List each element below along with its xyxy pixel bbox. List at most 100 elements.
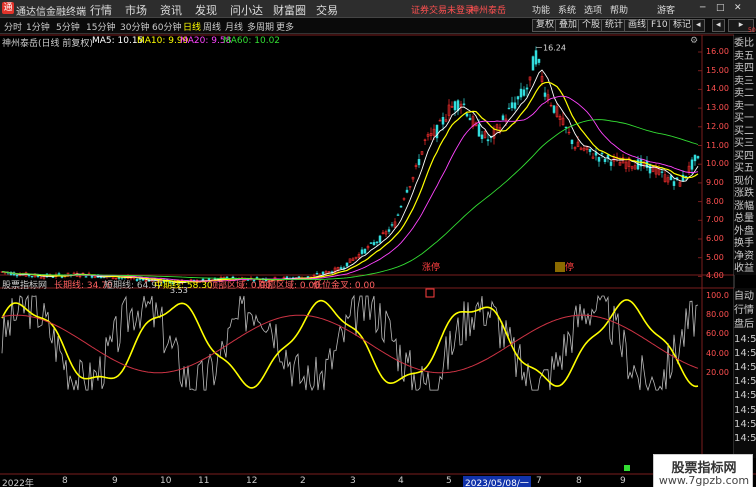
side-tick-item[interactable]: 14:56 (734, 361, 756, 374)
candle-body (516, 96, 520, 100)
side-field-label: 现价 (734, 175, 754, 187)
date-tick-label: 9 (620, 476, 626, 486)
candle-body (36, 275, 40, 277)
candle-body (600, 152, 604, 155)
ma5-line (1, 69, 699, 283)
side-tick-item[interactable]: 14:56 (734, 404, 756, 417)
price-tick-label: 7.00 (706, 215, 724, 225)
indicator-tick-label: 80.00 (706, 310, 729, 320)
date-tick-label: 2 (300, 476, 306, 486)
side-field-label: 委比 (734, 38, 754, 49)
ma20-line (1, 95, 699, 282)
candle-body (369, 242, 373, 244)
candle-body (57, 273, 61, 275)
side-tick-item[interactable]: 盘后 (734, 318, 756, 331)
bottom-zone-label: 底部区域: 0.00 (258, 281, 320, 291)
settings-icon[interactable]: ⚙ (690, 36, 698, 46)
candle-body (525, 87, 529, 90)
mid-line-label: 中期线: 58.30 (154, 281, 213, 291)
candle-body (570, 139, 574, 145)
price-tick-label: 11.00 (706, 140, 729, 150)
candle-body (477, 124, 481, 137)
candle-body (345, 262, 349, 267)
price-tick-label: 6.00 (706, 234, 724, 243)
candle-body (30, 275, 34, 278)
candle-body (531, 56, 535, 71)
side-field-label: 卖一 (734, 100, 754, 112)
candle-body (507, 107, 511, 110)
side-field-label: 涨跌 (734, 188, 754, 199)
side-tick-item[interactable]: 14:56 (734, 333, 756, 346)
candle-body (441, 116, 445, 125)
candle-body (690, 159, 694, 170)
date-tick-label: 5 (446, 476, 452, 486)
date-tick-label: 4 (398, 476, 404, 486)
date-cursor: 2023/05/08/一 (463, 476, 531, 487)
side-tick-item[interactable]: 14:56 (734, 347, 756, 360)
quote-side-panel: 委比 卖五 卖四 卖三 卖二 卖一 买一 买二 买三 买四 买五 现价 涨跌 涨幅 总量 外盘 换手 净资 收益 (734, 35, 756, 275)
indicator-name[interactable]: 股票指标网 (2, 278, 47, 291)
side-tick-item[interactable]: 14:56 (734, 418, 756, 431)
candle-body (396, 214, 400, 216)
candle-body (543, 92, 547, 97)
side-field-label: 收益 (734, 263, 754, 274)
golden-cross-label: 低位金叉: 0.00 (313, 281, 375, 291)
side-field-label: 卖四 (734, 63, 754, 74)
candle-body (315, 273, 319, 275)
indicator-tick-label: 40.00 (706, 348, 729, 358)
date-tick-label: 8 (62, 476, 68, 486)
side-tick-item[interactable]: 14:56 (734, 389, 756, 402)
candle-body (27, 274, 31, 277)
side-field-label: 净资 (734, 250, 754, 262)
signal-marker (425, 288, 435, 298)
candle-body (468, 117, 472, 121)
side-field-label: 卖三 (734, 75, 754, 87)
candle-body (453, 101, 457, 111)
candle-body (405, 189, 409, 193)
side-field-label: 外盘 (734, 225, 754, 237)
max-price-label: 16.24 (543, 44, 566, 53)
candle-body (372, 242, 376, 246)
candle-body (375, 241, 379, 244)
side-tick-item[interactable]: 自动 (734, 290, 756, 303)
date-tick-label: 7 (536, 476, 542, 486)
price-tick-label: 10.00 (706, 159, 729, 169)
price-tick-label: 4.00 (706, 271, 724, 281)
kline-chart[interactable]: 16.243.53涨停 涨停 (0, 0, 756, 487)
candle-body (513, 102, 517, 109)
candle-body (339, 267, 343, 269)
date-tick-label: 12 (246, 476, 258, 486)
candle-body (462, 103, 466, 105)
side-field-label: 买一 (734, 113, 754, 124)
candle-body (696, 156, 700, 159)
side-tick-item[interactable]: 14:56 (734, 375, 756, 388)
watermark: 股票指标网 www.7gpzb.com (653, 454, 753, 487)
buy-signal-marker (624, 465, 630, 471)
side-panel-marker: 500 (748, 27, 756, 34)
side-field-label: 卖五 (734, 50, 754, 62)
candle-body (501, 115, 505, 120)
side-field-label: 总量 (734, 213, 754, 224)
limit-up-label: 涨停 (422, 261, 440, 273)
candle-body (552, 105, 556, 113)
side-tick-item[interactable]: 14:56 (734, 432, 756, 445)
candle-body (597, 156, 601, 162)
candle-body (378, 235, 382, 243)
candle-body (15, 274, 19, 277)
candle-body (465, 113, 469, 117)
side-tick-item[interactable]: 行情 (734, 304, 756, 317)
date-tick-label: 11 (198, 476, 210, 486)
tick-side-panel: 自动行情盘后14:5614:5614:5614:5614:5614:5614:5… (734, 288, 756, 458)
stock-header: 神州泰岳(日线 前复权) (2, 39, 93, 49)
date-tick-label: 10 (160, 476, 172, 486)
candle-body (522, 89, 526, 96)
side-field-label: 换手 (734, 238, 754, 249)
candle-body (564, 126, 568, 129)
price-tick-label: 13.00 (706, 103, 729, 113)
candle-body (534, 50, 538, 65)
candle-body (660, 171, 664, 173)
date-tick-label: 2022年 (2, 479, 34, 487)
candle-body (417, 159, 421, 166)
candle-body (603, 158, 607, 162)
candle-body (480, 134, 484, 140)
